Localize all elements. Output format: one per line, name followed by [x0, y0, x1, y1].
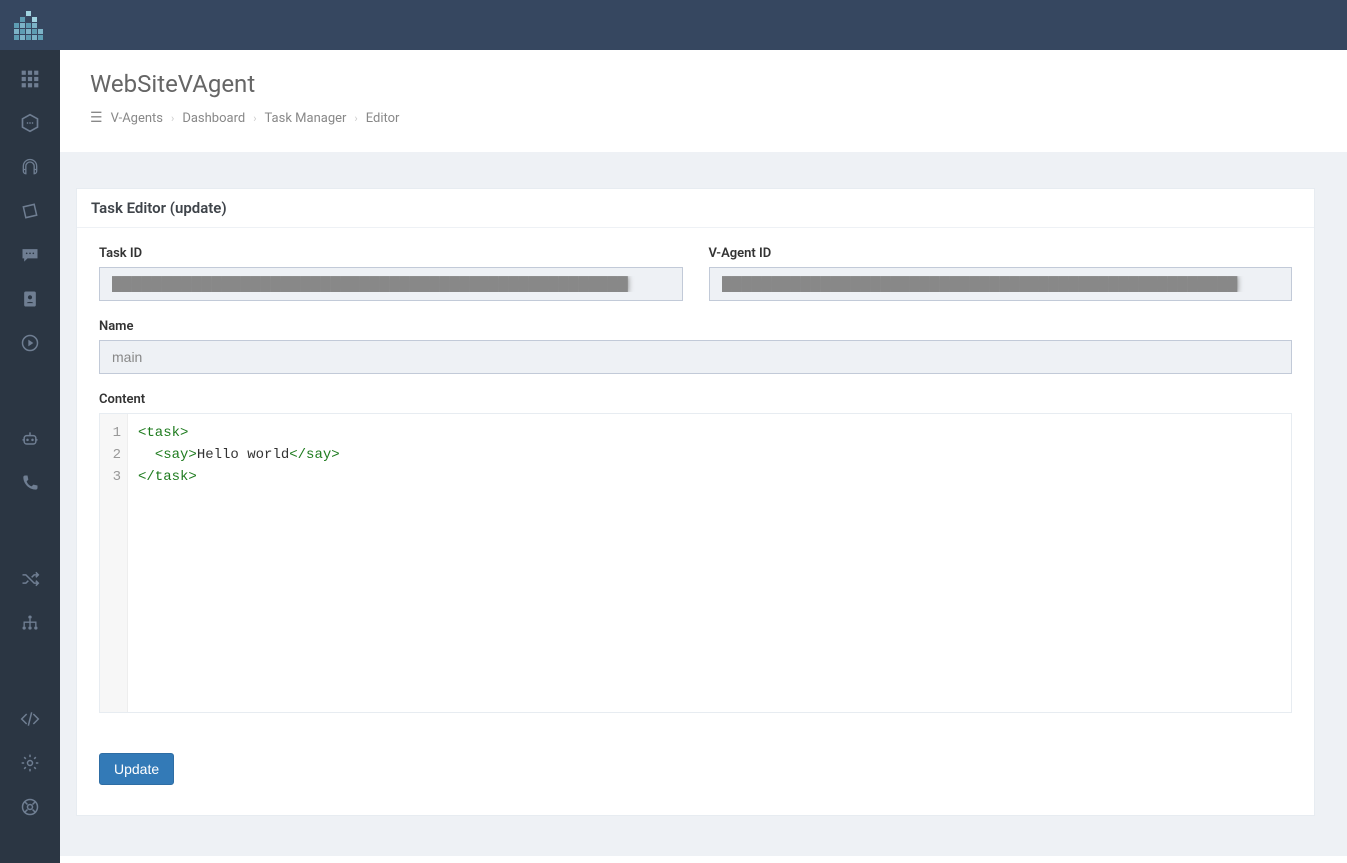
- panel-title: Task Editor (update): [77, 189, 1314, 228]
- contact-icon[interactable]: [19, 288, 41, 310]
- content-label: Content: [99, 392, 1292, 407]
- task-editor-panel: Task Editor (update) Task ID V-Agent ID: [76, 188, 1315, 816]
- page-title: WebSiteVAgent: [90, 70, 1317, 98]
- breadcrumb-item-current: Editor: [366, 111, 400, 126]
- breadcrumb-item[interactable]: Dashboard: [182, 111, 245, 126]
- vagent-id-label: V-Agent ID: [709, 246, 1293, 261]
- sidebar: [0, 50, 60, 863]
- update-button[interactable]: Update: [99, 753, 174, 785]
- chevron-right-icon: ›: [171, 112, 174, 125]
- name-label: Name: [99, 319, 1292, 334]
- shuffle-icon[interactable]: [19, 568, 41, 590]
- headset-icon[interactable]: [19, 156, 41, 178]
- page: WebSiteVAgent ☰ V-Agents › Dashboard › T…: [60, 50, 1347, 863]
- phone-icon[interactable]: [19, 472, 41, 494]
- breadcrumb: ☰ V-Agents › Dashboard › Task Manager › …: [90, 110, 1317, 126]
- task-id-label: Task ID: [99, 246, 683, 261]
- page-header: WebSiteVAgent ☰ V-Agents › Dashboard › T…: [60, 50, 1347, 152]
- grid-icon[interactable]: [19, 68, 41, 90]
- robot-icon[interactable]: [19, 428, 41, 450]
- code-icon[interactable]: [19, 708, 41, 730]
- support-icon[interactable]: [19, 796, 41, 818]
- play-icon[interactable]: [19, 332, 41, 354]
- task-id-input: [99, 267, 683, 301]
- content-editor[interactable]: 1 2 3 <task> <say>Hello world</say> </ta…: [99, 413, 1292, 713]
- chat-icon[interactable]: [19, 244, 41, 266]
- chevron-right-icon: ›: [253, 112, 256, 125]
- sitemap-icon[interactable]: [19, 612, 41, 634]
- hexagon-icon[interactable]: [19, 112, 41, 134]
- breadcrumb-item[interactable]: V-Agents: [111, 111, 163, 126]
- ticket-icon[interactable]: [19, 200, 41, 222]
- topbar: [0, 0, 1347, 50]
- vagent-id-input: [709, 267, 1293, 301]
- chevron-right-icon: ›: [354, 112, 357, 125]
- gear-icon[interactable]: [19, 752, 41, 774]
- name-input[interactable]: [99, 340, 1292, 374]
- line-gutter: 1 2 3: [100, 414, 128, 712]
- code-content[interactable]: <task> <say>Hello world</say> </task>: [128, 414, 1291, 712]
- menu-toggle-icon[interactable]: ☰: [90, 110, 103, 126]
- app-logo: [14, 11, 43, 40]
- breadcrumb-item[interactable]: Task Manager: [265, 111, 347, 126]
